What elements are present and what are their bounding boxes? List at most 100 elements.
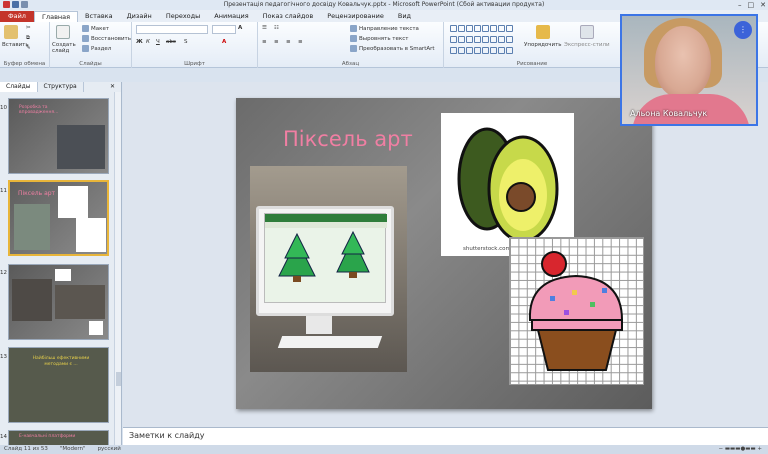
format-painter-icon[interactable]: ✎ [26, 45, 31, 51]
slide-thumbnail-10[interactable]: Розробка та впровадження... [8, 98, 109, 174]
tab-design[interactable]: Дизайн [120, 11, 159, 22]
text-direction-button[interactable]: Направление текста [350, 25, 419, 32]
shape-icon[interactable] [474, 36, 481, 43]
font-color-icon[interactable]: A [222, 39, 226, 45]
shape-icon[interactable] [450, 47, 457, 54]
shape-icon[interactable] [466, 47, 473, 54]
section-button[interactable]: Раздел [82, 45, 111, 52]
tab-transitions[interactable]: Переходы [159, 11, 207, 22]
layout-button[interactable]: Макет [82, 25, 109, 32]
shape-icon[interactable] [490, 36, 497, 43]
tab-home[interactable]: Главная [33, 11, 79, 22]
close-panel-icon[interactable]: ✕ [110, 82, 121, 92]
participant-face [655, 26, 711, 98]
tab-review[interactable]: Рецензирование [320, 11, 391, 22]
tab-slideshow[interactable]: Показ слайдов [256, 11, 321, 22]
tab-view[interactable]: Вид [391, 11, 418, 22]
underline-icon[interactable]: Ч [156, 39, 160, 45]
arrange-button[interactable]: Упорядочить [524, 42, 562, 48]
shapes-gallery[interactable] [450, 25, 513, 57]
align-text-button[interactable]: Выровнять текст [350, 35, 408, 42]
notes-pane[interactable]: Заметки к слайду [123, 427, 768, 445]
shape-icon[interactable] [482, 25, 489, 32]
paste-icon[interactable] [4, 25, 18, 39]
thumbnail-number: 12 [0, 270, 7, 276]
arrange-icon[interactable] [536, 25, 550, 39]
shape-icon[interactable] [498, 36, 505, 43]
current-slide[interactable]: Піксель арт shutterstock.com [236, 98, 652, 409]
strikethrough-icon[interactable]: abc [166, 39, 176, 45]
copy-icon[interactable]: ⧉ [26, 35, 30, 42]
reset-button[interactable]: Восстановить [82, 35, 131, 42]
slide-thumbnail-11[interactable]: Піксель арт [8, 180, 109, 256]
slide-thumbnail-13[interactable]: Найбільш ефективними методами є ... [8, 347, 109, 423]
shape-icon[interactable] [506, 36, 513, 43]
shape-icon[interactable] [506, 25, 513, 32]
shape-icon[interactable] [458, 47, 465, 54]
shape-icon[interactable] [474, 47, 481, 54]
paste-button[interactable]: Вставить [2, 42, 29, 48]
shape-icon[interactable] [450, 25, 457, 32]
bold-icon[interactable]: Ж [136, 39, 143, 45]
slide-title[interactable]: Піксель арт [283, 127, 443, 151]
numbering-icon[interactable]: ☷ [274, 25, 279, 31]
group-label-slides: Слайды [79, 61, 102, 67]
video-call-overlay[interactable]: ⋮ Альона Ковальчук [620, 14, 758, 126]
shape-icon[interactable] [466, 36, 473, 43]
shape-icon[interactable] [490, 47, 497, 54]
shape-icon[interactable] [482, 47, 489, 54]
tab-outline[interactable]: Структура [38, 82, 84, 92]
font-size-combo[interactable] [212, 25, 236, 34]
cupcake-image[interactable] [509, 237, 644, 385]
shape-icon[interactable] [474, 25, 481, 32]
classroom-photo[interactable] [250, 166, 407, 372]
new-slide-icon[interactable] [56, 25, 70, 39]
tab-insert[interactable]: Вставка [78, 11, 120, 22]
thumbnail-pacman [89, 321, 103, 335]
new-slide-button[interactable]: Создать слайд [52, 42, 80, 54]
group-label-drawing: Рисование [516, 61, 548, 67]
slide-counter: Слайд 11 из 53 [4, 446, 48, 452]
italic-icon[interactable]: К [146, 39, 150, 45]
avocado-image[interactable]: shutterstock.com [441, 113, 574, 256]
shape-icon[interactable] [458, 25, 465, 32]
slides-scrollbar[interactable] [114, 92, 121, 452]
thumbnail-title: Піксель арт [18, 190, 56, 197]
justify-icon[interactable]: ≡ [298, 39, 303, 45]
scrollbar-thumb[interactable] [116, 372, 121, 386]
shape-icon[interactable] [490, 25, 497, 32]
undo-icon[interactable] [21, 1, 28, 8]
shadow-icon[interactable]: S [184, 39, 188, 45]
bullets-icon[interactable]: ☰ [262, 25, 267, 31]
tab-animation[interactable]: Анимация [207, 11, 255, 22]
minimize-icon[interactable]: – [738, 0, 742, 10]
shape-icon[interactable] [466, 25, 473, 32]
save-icon[interactable] [12, 1, 19, 8]
quick-styles-icon[interactable] [580, 25, 594, 39]
zoom-slider[interactable]: − ▬▬▬●▬▬ + [719, 445, 768, 454]
shape-icon[interactable] [506, 47, 513, 54]
font-name-combo[interactable] [136, 25, 208, 34]
monitor-stand [306, 316, 332, 334]
quick-styles-button[interactable]: Экспресс-стили [564, 42, 610, 48]
align-right-icon[interactable]: ≡ [286, 39, 291, 45]
tab-file[interactable]: Файл [0, 11, 34, 22]
shape-icon[interactable] [498, 47, 505, 54]
maximize-icon[interactable]: □ [748, 0, 755, 10]
shape-icon[interactable] [458, 36, 465, 43]
shape-icon[interactable] [482, 36, 489, 43]
cut-icon[interactable]: ✂ [26, 25, 31, 31]
quick-access-toolbar [3, 1, 28, 8]
group-drawing: Упорядочить Экспресс-стили Рисование [444, 22, 620, 68]
audio-indicator-icon: ⋮ [734, 21, 752, 39]
align-left-icon[interactable]: ≡ [262, 39, 267, 45]
align-center-icon[interactable]: ≡ [274, 39, 279, 45]
slide-thumbnail-12[interactable] [8, 264, 109, 340]
shape-icon[interactable] [498, 25, 505, 32]
smartart-button[interactable]: Преобразовать в SmartArt [350, 45, 435, 52]
close-icon[interactable]: ✕ [760, 0, 766, 10]
shape-icon[interactable] [450, 36, 457, 43]
grow-font-icon[interactable]: A [238, 25, 242, 31]
align-text-label: Выровнять текст [359, 36, 409, 42]
tab-slides[interactable]: Слайды [0, 82, 38, 92]
